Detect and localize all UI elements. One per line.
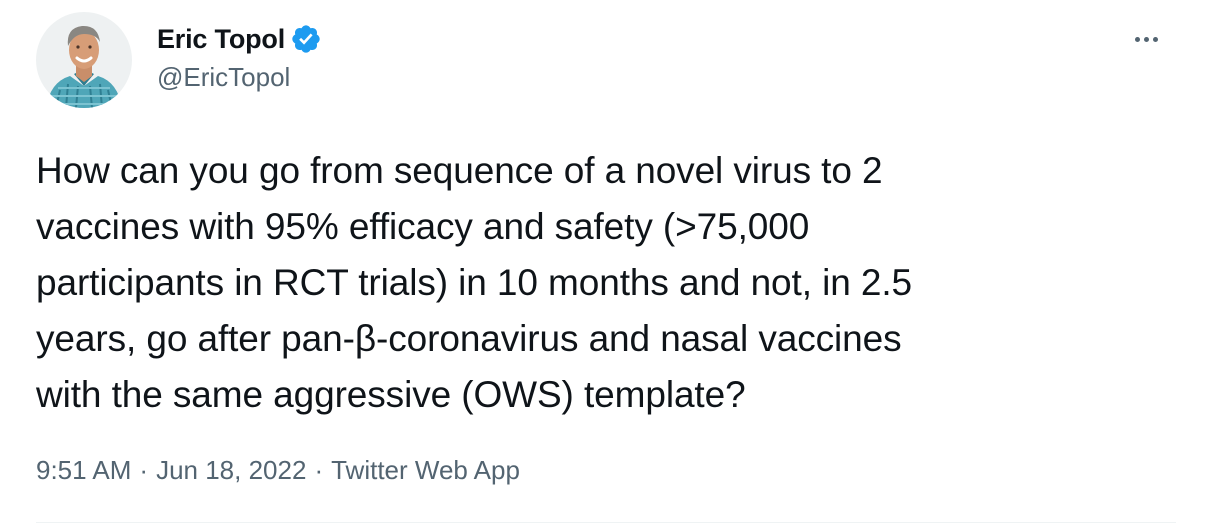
author-display-name[interactable]: Eric Topol (157, 24, 285, 55)
bottom-divider (36, 522, 1176, 523)
meta-separator: · (139, 455, 149, 485)
more-options-button[interactable] (1126, 22, 1166, 56)
more-dot (1143, 36, 1149, 42)
meta-separator: · (314, 455, 324, 485)
author-name-row: Eric Topol (157, 22, 322, 56)
tweet-source[interactable]: Twitter Web App (331, 455, 520, 486)
author-handle[interactable]: @EricTopol (157, 62, 290, 93)
more-horizontal-icon (1134, 36, 1140, 42)
avatar-image (36, 12, 132, 108)
tweet-card: Eric Topol @EricTopol How can you go fro… (0, 0, 1212, 530)
author-avatar[interactable] (36, 12, 132, 108)
tweet-date[interactable]: Jun 18, 2022 (156, 455, 306, 486)
tweet-time[interactable]: 9:51 AM (36, 455, 131, 486)
more-dot (1152, 36, 1158, 42)
tweet-metadata: 9:51 AM · Jun 18, 2022 · Twitter Web App (36, 455, 520, 486)
verified-badge-icon (290, 23, 322, 55)
tweet-text: How can you go from sequence of a novel … (36, 150, 912, 415)
